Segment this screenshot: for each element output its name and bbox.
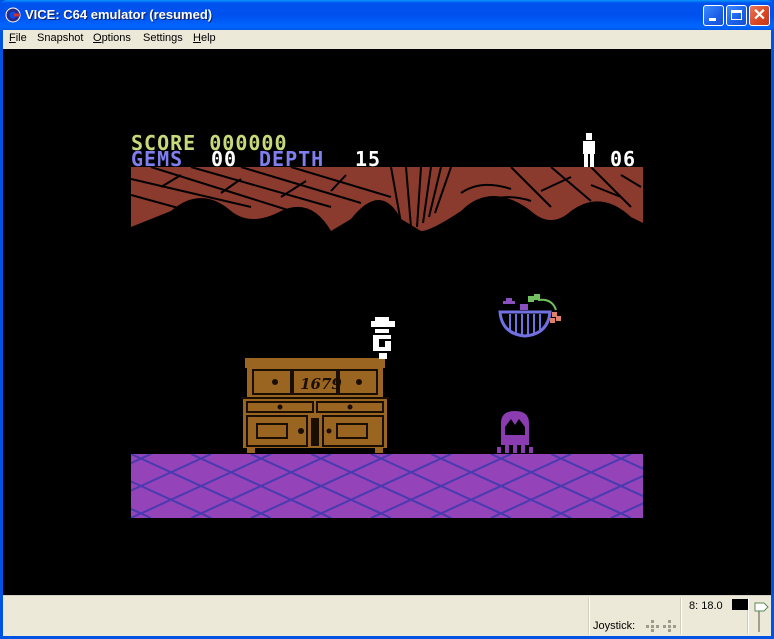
maximize-icon xyxy=(731,10,742,20)
close-button[interactable]: ✕ xyxy=(749,5,770,26)
menu-file-label: ile xyxy=(15,32,27,44)
fruit-basket xyxy=(498,294,561,338)
menu-file[interactable]: File xyxy=(9,32,27,44)
menu-settings[interactable]: Settings xyxy=(143,32,183,44)
vice-app-icon[interactable] xyxy=(5,7,21,23)
cave-floor xyxy=(131,454,643,518)
menu-snapshot[interactable]: Snapshot xyxy=(37,32,83,44)
joystick-label: Joystick: xyxy=(593,620,636,632)
gems-value: 00 xyxy=(211,147,238,171)
speed-indicator: 8: 18.0 xyxy=(689,600,723,612)
title-bar[interactable]: VICE: C64 emulator (resumed) ✕ xyxy=(0,0,774,30)
menu-settings-label: Settings xyxy=(143,32,183,44)
menu-options[interactable]: Options xyxy=(93,32,131,44)
vice-window: VICE: C64 emulator (resumed) ✕ File Snap… xyxy=(0,0,774,639)
status-bar: Joystick: 8: 18.0 xyxy=(3,595,771,636)
gems-label: GEMS xyxy=(131,147,184,171)
maximize-button[interactable] xyxy=(726,5,747,26)
menu-help[interactable]: Help xyxy=(193,32,216,44)
minimize-icon xyxy=(709,18,716,21)
emulator-screen[interactable]: SCORE 000000 GEMS 00 DEPTH 15 06 1679 xyxy=(3,49,771,595)
joystick-port1-icon xyxy=(646,620,660,632)
purple-creature xyxy=(497,411,533,453)
menu-file-accel: F xyxy=(9,32,16,44)
dresser xyxy=(241,358,389,453)
minimize-button[interactable] xyxy=(703,5,724,26)
menu-help-accel: H xyxy=(193,32,201,44)
status-separator xyxy=(680,598,682,634)
cave-ceiling xyxy=(131,167,643,231)
menu-help-label: elp xyxy=(200,32,216,44)
depth-value: 15 xyxy=(355,147,382,171)
player-miner[interactable] xyxy=(369,317,397,361)
lives-value: 06 xyxy=(610,147,637,171)
lives-man-icon xyxy=(582,133,596,169)
depth-label: DEPTH xyxy=(259,147,325,171)
dresser-year: 1679 xyxy=(300,375,342,393)
menu-bar: File Snapshot Options Settings Help xyxy=(3,30,771,49)
tape-slider-icon[interactable] xyxy=(753,600,771,634)
window-title: VICE: C64 emulator (resumed) xyxy=(25,7,213,22)
menu-snapshot-label: Snapshot xyxy=(37,32,84,44)
menu-options-accel: O xyxy=(93,32,102,44)
drive-led xyxy=(732,599,748,610)
joystick-port2-icon xyxy=(663,620,677,632)
menu-options-label: ptions xyxy=(101,32,131,44)
close-icon: ✕ xyxy=(752,7,767,24)
status-separator xyxy=(588,598,590,634)
